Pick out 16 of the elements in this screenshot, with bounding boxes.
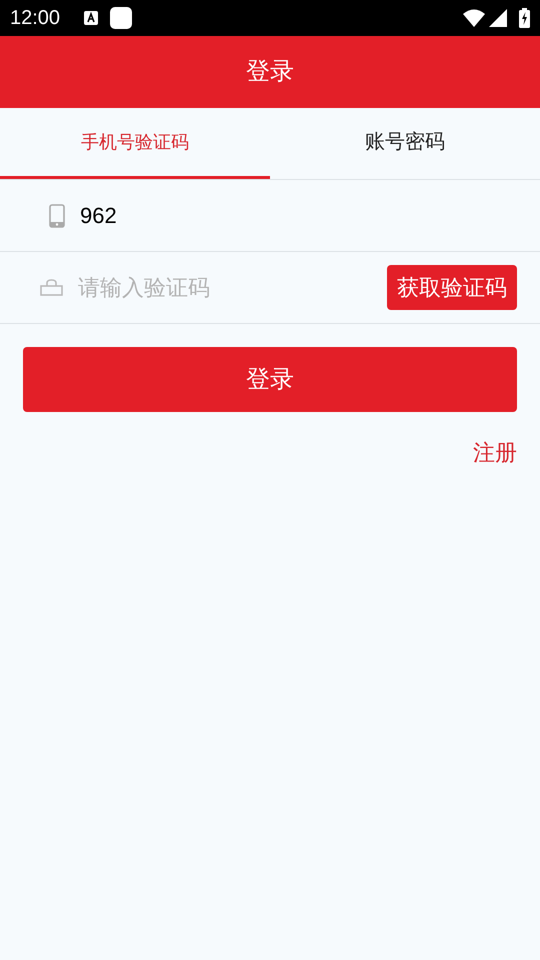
tab[interactable]: 账号密码	[270, 108, 540, 179]
register-link[interactable]: 注册	[473, 436, 517, 469]
get-code-button[interactable]: 获取验证码	[387, 265, 517, 310]
header-title: 登录	[246, 57, 294, 87]
lock-icon	[40, 279, 63, 296]
code-field[interactable]: 请输入验证码	[78, 271, 387, 304]
signal-icon	[489, 9, 507, 27]
notification-icon	[84, 11, 98, 25]
phone-field[interactable]: 962	[80, 199, 540, 232]
phone-icon	[49, 204, 65, 228]
wifi-icon	[463, 9, 485, 27]
app-icon	[110, 7, 132, 29]
battery-icon	[519, 8, 530, 28]
tab[interactable]: 手机号验证码	[0, 108, 270, 179]
status-time: 12:00	[10, 8, 60, 28]
login-button[interactable]: 登录	[23, 347, 517, 412]
